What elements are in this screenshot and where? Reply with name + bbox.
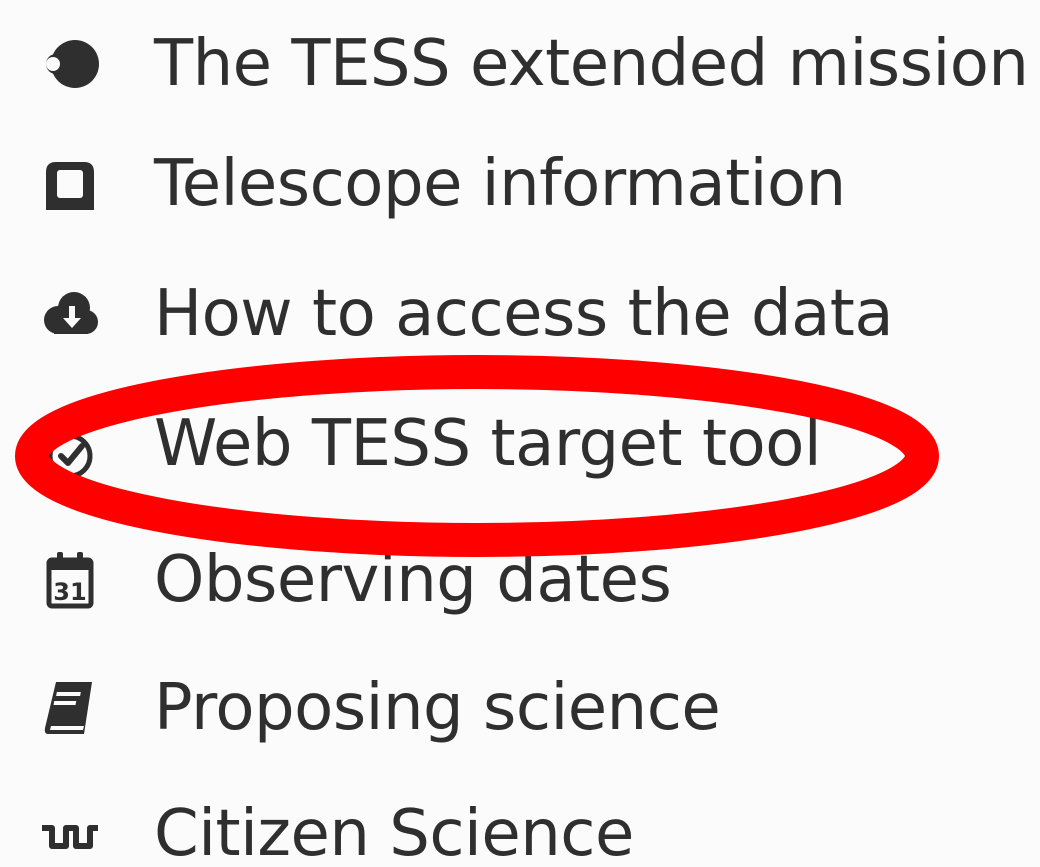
menu-item-label: How to access the data	[154, 277, 894, 351]
menu-item-proposing-science[interactable]: Proposing science	[0, 664, 1040, 784]
menu-item-access-data[interactable]: How to access the data	[0, 270, 1040, 390]
menu-item-label: Citizen Science	[154, 797, 634, 867]
menu-item-label: Proposing science	[154, 671, 721, 745]
navigation-menu: The TESS extended mission Telescope info…	[0, 0, 1040, 867]
cloud-download-icon	[36, 282, 104, 350]
calendar-icon: 31	[36, 546, 104, 614]
telescope-icon	[36, 152, 104, 220]
menu-item-label: Telescope information	[154, 147, 846, 221]
menu-item-citizen-science[interactable]: Citizen Science	[0, 790, 1040, 867]
menu-item-label: The TESS extended mission	[154, 27, 1029, 101]
menu-item-label: Web TESS target tool	[154, 407, 822, 481]
check-circle-icon	[36, 416, 104, 484]
moon-icon	[36, 30, 104, 98]
menu-item-extended-mission[interactable]: The TESS extended mission	[0, 10, 1040, 130]
menu-item-observing-dates[interactable]: 31 Observing dates	[0, 536, 1040, 656]
menu-item-telescope-information[interactable]: Telescope information	[0, 140, 1040, 260]
menu-item-web-tess-target-tool[interactable]: Web TESS target tool	[0, 400, 1040, 520]
book-icon	[36, 674, 104, 742]
menu-item-label: Observing dates	[154, 543, 672, 617]
wave-icon	[36, 802, 104, 867]
calendar-day: 31	[53, 578, 86, 606]
